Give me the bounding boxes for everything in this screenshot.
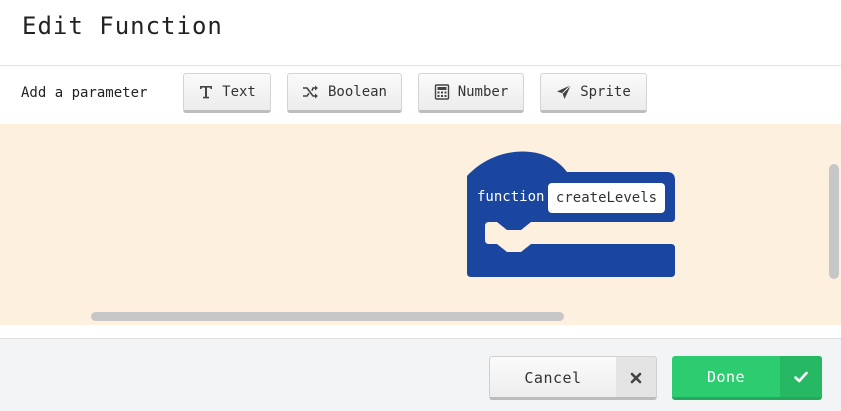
boolean-parameter-label: Boolean <box>327 84 387 100</box>
cancel-button[interactable]: Cancel <box>489 356 657 400</box>
done-button[interactable]: Done <box>672 356 822 400</box>
dialog-footer: Cancel Done <box>0 338 841 411</box>
number-parameter-label: Number <box>457 84 509 100</box>
function-definition-block[interactable] <box>0 124 841 325</box>
add-text-parameter-button[interactable]: Text <box>183 73 271 113</box>
vertical-scrollbar[interactable] <box>829 164 839 279</box>
check-icon <box>780 356 822 397</box>
function-keyword-label: function <box>477 189 545 205</box>
add-parameter-label: Add a parameter <box>21 85 148 101</box>
horizontal-scrollbar[interactable] <box>91 312 564 321</box>
done-label: Done <box>706 367 746 386</box>
parameter-toolbar: Add a parameter Text Boolean Number Spri… <box>0 66 841 124</box>
add-sprite-parameter-button[interactable]: Sprite <box>540 73 647 113</box>
function-name-field[interactable]: createLevels <box>548 183 665 213</box>
block-workspace[interactable]: function createLevels <box>0 124 841 325</box>
add-number-parameter-button[interactable]: Number <box>418 73 524 113</box>
dialog-title: Edit Function <box>22 12 223 40</box>
calculator-icon <box>434 84 450 100</box>
paper-plane-icon <box>556 84 572 100</box>
text-icon <box>198 84 214 100</box>
shuffle-icon <box>302 84 320 100</box>
add-boolean-parameter-button[interactable]: Boolean <box>287 73 402 113</box>
close-icon <box>616 357 656 397</box>
dialog-header: Edit Function <box>0 0 841 66</box>
cancel-label: Cancel <box>524 368 582 387</box>
sprite-parameter-label: Sprite <box>580 84 631 100</box>
text-parameter-label: Text <box>222 84 256 100</box>
